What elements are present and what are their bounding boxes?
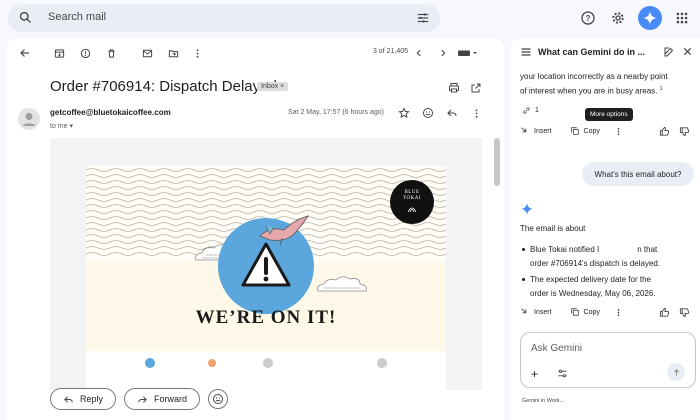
answer-intro: The email is about bbox=[520, 224, 586, 233]
banner-headline: WE’RE ON IT! bbox=[195, 307, 337, 328]
redacted-name bbox=[599, 245, 638, 254]
more-options-icon[interactable] bbox=[614, 308, 623, 317]
message-more-icon[interactable] bbox=[470, 107, 482, 119]
logo-text: BLUE TOKAI bbox=[403, 190, 421, 201]
gemini-spark-icon bbox=[520, 202, 534, 216]
add-icon[interactable]: + bbox=[531, 367, 538, 381]
copy-icon[interactable] bbox=[570, 126, 580, 136]
reply-button[interactable]: Reply bbox=[50, 388, 117, 410]
mark-unread-icon[interactable] bbox=[140, 46, 154, 60]
gemini-title: What can Gemini do in ... bbox=[538, 47, 646, 57]
response-actions: Insert Copy bbox=[520, 307, 623, 317]
more-vert-icon[interactable] bbox=[190, 46, 204, 60]
search-bar[interactable]: Search mail bbox=[8, 4, 440, 32]
emoji-reaction-button[interactable] bbox=[208, 389, 229, 409]
svg-text:?: ? bbox=[586, 14, 591, 23]
settings-icon[interactable] bbox=[608, 8, 628, 28]
source-chip[interactable]: 1 bbox=[522, 106, 539, 115]
gemini-header: What can Gemini do in ... bbox=[510, 38, 700, 68]
help-icon[interactable]: ? bbox=[578, 8, 598, 28]
back-arrow-icon[interactable] bbox=[18, 46, 32, 60]
apps-grid-icon[interactable] bbox=[672, 8, 692, 28]
email-subject: Order #706914: Dispatch Delayed bbox=[50, 78, 277, 95]
cloud-right-graphic bbox=[317, 276, 367, 292]
copy-icon[interactable] bbox=[570, 307, 580, 317]
answer-bullet-line: order #706914's dispatch is delayed. bbox=[530, 259, 661, 268]
email-date: Sat 2 May, 17:57 (6 hours ago) bbox=[288, 109, 384, 116]
emoji-icon bbox=[212, 393, 224, 405]
reply-actions: Reply Forward bbox=[50, 388, 229, 410]
gemini-footer-note: Gemini in Work... bbox=[522, 398, 565, 404]
move-to-icon[interactable] bbox=[166, 46, 180, 60]
footnote-marker[interactable]: 1 bbox=[660, 86, 663, 92]
emoji-react-icon[interactable] bbox=[422, 107, 434, 119]
bullet-dot bbox=[522, 248, 525, 251]
menu-icon[interactable] bbox=[520, 46, 532, 58]
answer-bullet-line: order is Wednesday, May 06, 2026. bbox=[530, 289, 656, 298]
insert-button[interactable]: Insert bbox=[534, 128, 552, 135]
ask-gemini-box[interactable]: Ask Gemini + bbox=[520, 332, 696, 388]
open-new-window-icon[interactable] bbox=[470, 82, 482, 94]
insert-icon[interactable] bbox=[520, 126, 530, 136]
email-body: BLUE TOKAI WE’RE ON IT! bbox=[50, 138, 482, 390]
top-bar: Search mail ? bbox=[0, 0, 700, 38]
recipient-details[interactable]: to me ▾ bbox=[50, 122, 73, 130]
mail-toolbar: 3 of 21,405 bbox=[6, 38, 504, 68]
thumbs-down-icon[interactable] bbox=[678, 125, 690, 137]
copy-button[interactable]: Copy bbox=[584, 128, 600, 135]
link-icon bbox=[522, 106, 531, 115]
answer-bullet-line: Blue Tokai notified In that bbox=[530, 245, 658, 254]
previous-answer-line: your location incorrectly as a nearby po… bbox=[520, 72, 668, 81]
star-icon[interactable] bbox=[398, 107, 410, 119]
tools-icon[interactable] bbox=[557, 368, 568, 379]
next-message-icon[interactable] bbox=[436, 46, 450, 60]
sender-email: getcoffee@bluetokaicoffee.com bbox=[50, 108, 171, 117]
response-actions: Insert Copy bbox=[520, 126, 623, 136]
search-icon[interactable] bbox=[18, 10, 33, 25]
gemini-side-panel: What can Gemini do in ... your location … bbox=[510, 38, 700, 420]
tooltip: More options bbox=[585, 108, 633, 121]
bullet-dot bbox=[522, 278, 525, 281]
mail-panel: 3 of 21,405 Order #706914: Dispatch Dela… bbox=[6, 38, 504, 420]
message-counter: 3 of 21,405 bbox=[372, 48, 408, 55]
reply-arrow-icon bbox=[63, 394, 74, 405]
forward-button[interactable]: Forward bbox=[124, 388, 201, 410]
close-icon[interactable] bbox=[682, 46, 693, 57]
user-message: What's this email about? bbox=[582, 162, 694, 186]
input-tools-icon[interactable] bbox=[456, 46, 480, 60]
ask-gemini-input[interactable]: Ask Gemini bbox=[531, 343, 582, 354]
gemini-icon[interactable] bbox=[638, 6, 662, 30]
new-chat-icon[interactable] bbox=[663, 46, 675, 58]
forward-label: Forward bbox=[154, 394, 188, 404]
prev-message-icon[interactable] bbox=[412, 46, 426, 60]
insert-button[interactable]: Insert bbox=[534, 309, 552, 316]
send-arrow-icon bbox=[673, 368, 679, 375]
source-count: 1 bbox=[535, 107, 539, 114]
reply-label: Reply bbox=[80, 394, 104, 404]
send-button[interactable] bbox=[667, 363, 685, 381]
print-icon[interactable] bbox=[448, 82, 460, 94]
forward-arrow-icon bbox=[137, 394, 148, 405]
bird-graphic bbox=[259, 215, 309, 246]
search-options-icon[interactable] bbox=[416, 11, 430, 25]
thumbs-down-icon[interactable] bbox=[678, 306, 690, 318]
reply-icon[interactable] bbox=[446, 107, 458, 119]
banner-footer-strip bbox=[86, 351, 446, 390]
blue-tokai-logo: BLUE TOKAI bbox=[390, 180, 434, 224]
thumbs-up-icon[interactable] bbox=[658, 125, 670, 137]
answer-bullet-line: The expected delivery date for the bbox=[530, 275, 651, 284]
search-input[interactable]: Search mail bbox=[48, 11, 106, 23]
delete-icon[interactable] bbox=[104, 46, 118, 60]
previous-answer-line: of interest when you are in busy areas. … bbox=[520, 86, 663, 96]
sender-avatar bbox=[18, 108, 40, 130]
more-options-icon[interactable] bbox=[614, 127, 623, 136]
mail-scrollbar[interactable] bbox=[494, 138, 500, 186]
thumbs-up-icon[interactable] bbox=[658, 306, 670, 318]
report-spam-icon[interactable] bbox=[78, 46, 92, 60]
email-banner: BLUE TOKAI WE’RE ON IT! bbox=[86, 166, 446, 390]
archive-icon[interactable] bbox=[52, 46, 66, 60]
copy-button[interactable]: Copy bbox=[584, 309, 600, 316]
insert-icon[interactable] bbox=[520, 307, 530, 317]
inbox-label[interactable]: Inbox × bbox=[257, 82, 289, 91]
